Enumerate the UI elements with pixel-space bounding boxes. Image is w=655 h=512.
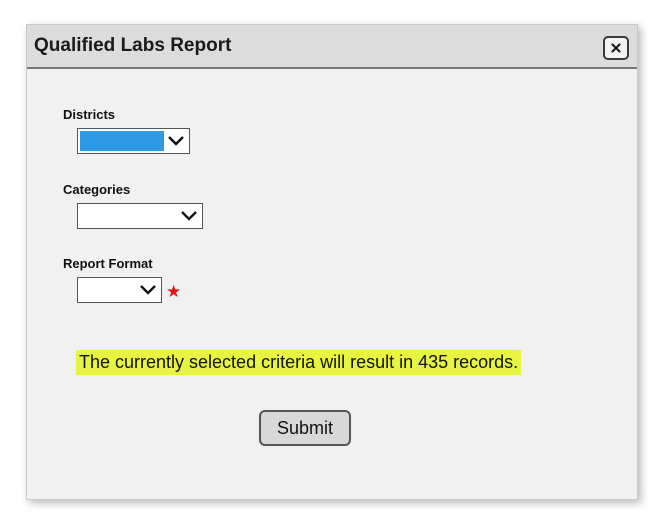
dialog-title: Qualified Labs Report	[34, 35, 232, 56]
required-star-icon: ★	[166, 282, 182, 301]
districts-selection-highlight	[80, 131, 164, 151]
categories-select[interactable]	[77, 203, 203, 229]
chevron-down-icon	[140, 285, 156, 295]
chevron-down-icon	[168, 136, 184, 146]
report-format-label: Report Format	[63, 256, 153, 271]
chevron-down-icon	[181, 211, 197, 221]
record-count-message: The currently selected criteria will res…	[76, 350, 522, 375]
districts-select[interactable]	[77, 128, 190, 154]
categories-label: Categories	[63, 182, 131, 197]
districts-label: Districts	[63, 107, 116, 122]
dialog-titlebar: Qualified Labs Report	[27, 25, 637, 69]
report-format-select[interactable]	[77, 277, 162, 303]
close-button[interactable]	[603, 36, 629, 60]
submit-button[interactable]: Submit	[259, 410, 351, 446]
close-icon	[611, 43, 621, 53]
